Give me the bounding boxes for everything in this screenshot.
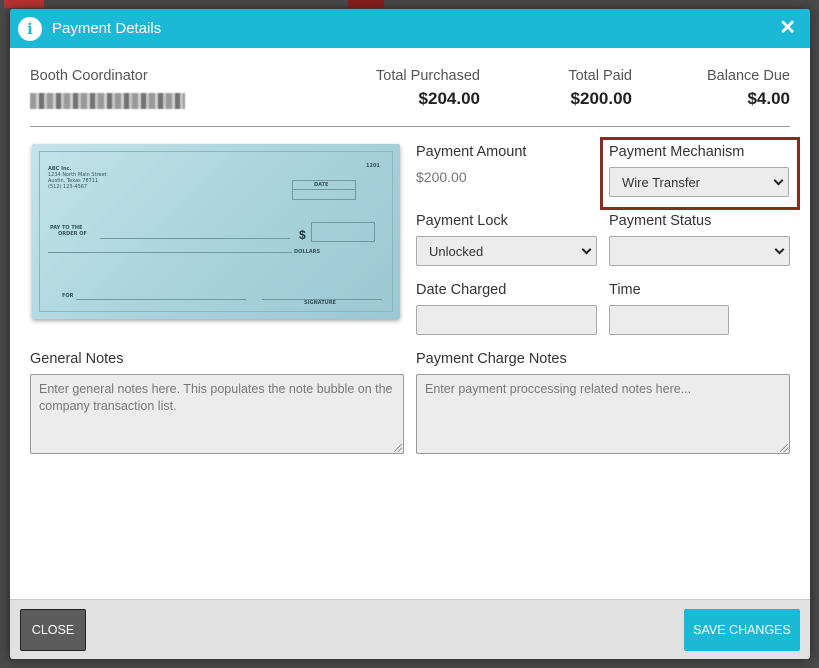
chevron-down-icon [774, 244, 785, 255]
check-number: 1201 [366, 163, 380, 169]
check-memo-line [76, 299, 246, 300]
payment-mechanism-select[interactable]: Wire Transfer [609, 167, 789, 197]
payment-mechanism-label: Payment Mechanism [609, 144, 745, 160]
balance-due: Balance Due $4.00 [707, 68, 790, 109]
general-notes-label: General Notes [30, 351, 124, 367]
check-payee-line [100, 238, 290, 239]
payment-summary: Booth Coordinator Total Purchased $204.0… [30, 68, 790, 128]
general-notes-placeholder: Enter general notes here. This populates… [39, 382, 393, 413]
chevron-down-icon [773, 175, 784, 186]
check-date-label: DATE [314, 182, 329, 188]
payment-details-modal: i Payment Details ✕ Booth Coordinator To… [10, 9, 810, 659]
time-label: Time [609, 282, 641, 298]
check-amount-box [311, 222, 375, 242]
redacted-name [30, 93, 185, 109]
check-signature-label: SIGNATURE [304, 300, 336, 306]
time-input[interactable] [609, 305, 729, 335]
payment-mechanism-selected: Wire Transfer [622, 174, 701, 190]
check-written-amount-line [48, 252, 292, 253]
payment-charge-notes-placeholder: Enter payment proccessing related notes … [425, 382, 692, 396]
payment-lock-selected: Unlocked [429, 243, 484, 259]
close-icon[interactable]: ✕ [779, 18, 796, 38]
check-dollar-sign: $ [299, 228, 306, 242]
balance-due-value: $4.00 [747, 89, 790, 108]
chevron-down-icon [581, 244, 592, 255]
date-charged-label: Date Charged [416, 282, 507, 298]
total-paid-label: Total Paid [568, 68, 632, 84]
background-tab [4, 0, 44, 8]
payment-lock-select[interactable]: Unlocked [416, 236, 597, 266]
payment-amount-label: Payment Amount [416, 144, 527, 160]
resize-handle[interactable] [394, 444, 402, 452]
modal-header: i Payment Details ✕ [10, 9, 810, 48]
check-image: ABC Inc. 1234 North Main Street Austin, … [32, 144, 400, 319]
total-purchased: Total Purchased $204.00 [376, 68, 480, 109]
check-order-of-label: ORDER OF [58, 231, 87, 237]
modal-footer: CLOSE SAVE CHANGES [10, 599, 810, 659]
total-paid-value: $200.00 [570, 89, 632, 108]
check-phone: (512) 123-4567 [48, 184, 88, 190]
info-icon: i [18, 16, 42, 41]
date-charged-input[interactable] [416, 305, 597, 335]
payment-status-label: Payment Status [609, 213, 712, 229]
booth-coordinator-label: Booth Coordinator [30, 68, 148, 84]
balance-due-label: Balance Due [706, 68, 790, 84]
check-dollars-label: DOLLARS [294, 249, 321, 255]
total-purchased-label: Total Purchased [376, 68, 480, 84]
booth-coordinator: Booth Coordinator [30, 68, 185, 109]
payment-charge-notes-label: Payment Charge Notes [416, 351, 567, 367]
background-tab [348, 0, 384, 8]
check-for-label: FOR [62, 293, 74, 299]
divider [30, 126, 790, 127]
check-date-line [292, 189, 356, 190]
payment-charge-notes-textarea[interactable]: Enter payment proccessing related notes … [416, 374, 790, 454]
payment-lock-label: Payment Lock [416, 213, 508, 229]
modal-title: Payment Details [52, 20, 162, 37]
save-changes-button[interactable]: SAVE CHANGES [684, 609, 800, 651]
total-paid: Total Paid $200.00 [568, 68, 632, 109]
close-button[interactable]: CLOSE [20, 609, 86, 651]
total-purchased-value: $204.00 [418, 89, 480, 108]
payment-amount-value: $200.00 [416, 169, 467, 185]
resize-handle[interactable] [780, 444, 788, 452]
general-notes-textarea[interactable]: Enter general notes here. This populates… [30, 374, 404, 454]
payment-status-select[interactable] [609, 236, 790, 266]
